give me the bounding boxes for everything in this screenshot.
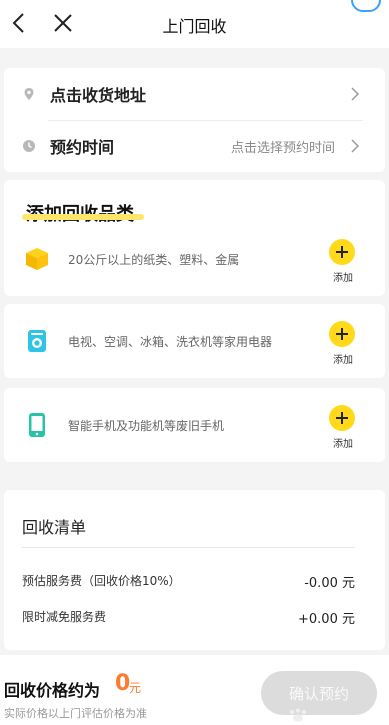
- box-icon: [26, 248, 48, 270]
- phone-icon: [29, 413, 45, 437]
- confirm-booking-button[interactable]: 确认预约: [261, 671, 377, 715]
- chevron-right-icon: [351, 87, 359, 101]
- fee-discount-label: 限时减免服务费: [22, 610, 107, 624]
- recycle-list-title: 回收清单: [22, 518, 87, 537]
- category-card-appliance[interactable]: 电视、空调、冰箱、洗衣机等家用电器 添加: [4, 304, 385, 378]
- category-section-header: 添加回收品类: [4, 180, 385, 228]
- list-divider: [22, 547, 355, 548]
- time-row[interactable]: 预约时间 点击选择预约时间: [4, 120, 385, 172]
- category-text: 20公斤以上的纸类、塑料、金属: [68, 253, 240, 267]
- chevron-left-icon[interactable]: [10, 12, 28, 34]
- category-card-paper[interactable]: 20公斤以上的纸类、塑料、金属 添加: [4, 222, 385, 296]
- add-label[interactable]: 添加: [333, 435, 353, 450]
- recycle-list-card: 回收清单 预估服务费（回收价格10%） -0.00 元 限时减免服务费 +0.0…: [4, 490, 385, 650]
- top-bar: 上门回收: [0, 0, 389, 48]
- clock-icon: [23, 140, 35, 152]
- price-note: 实际价格以上门评估价格为准: [4, 707, 147, 720]
- category-text: 电视、空调、冰箱、洗衣机等家用电器: [68, 335, 273, 349]
- add-button[interactable]: [329, 405, 355, 431]
- plus-icon: [336, 328, 348, 340]
- add-label[interactable]: 添加: [333, 269, 353, 284]
- price-unit: 元: [129, 681, 142, 695]
- title-highlight: [22, 214, 144, 220]
- time-label: 预约时间: [50, 138, 115, 157]
- category-text: 智能手机及功能机等废旧手机: [68, 419, 225, 433]
- category-card-phone[interactable]: 智能手机及功能机等废旧手机 添加: [4, 388, 385, 462]
- address-time-card: 点击收货地址 预约时间 点击选择预约时间: [4, 68, 385, 172]
- close-icon[interactable]: [52, 12, 74, 34]
- price-label: 回收价格约为: [4, 681, 101, 700]
- address-label: 点击收货地址: [50, 86, 147, 105]
- address-row[interactable]: 点击收货地址: [4, 68, 385, 120]
- fee-discount-value: +0.00 元: [298, 612, 355, 627]
- plus-icon: [336, 246, 348, 258]
- appliance-icon: [28, 330, 46, 352]
- paw-icon: [289, 708, 307, 722]
- location-pin-icon: [24, 88, 34, 100]
- bottom-bar: 回收价格约为 0 元 实际价格以上门评估价格为准 确认预约: [0, 655, 389, 725]
- plus-icon: [336, 412, 348, 424]
- add-button[interactable]: [329, 321, 355, 347]
- add-label[interactable]: 添加: [333, 351, 353, 366]
- chevron-right-icon: [351, 139, 359, 153]
- recycle-pickup-page: 上门回收 点击收货地址 预约时间 点击选择预约时间 20公斤以上的纸类、塑料、金…: [0, 0, 389, 725]
- add-button[interactable]: [329, 239, 355, 265]
- scan-icon[interactable]: [351, 0, 381, 12]
- time-hint: 点击选择预约时间: [230, 140, 335, 156]
- service-fee-label: 预估服务费（回收价格10%）: [22, 574, 181, 588]
- service-fee-value: -0.00 元: [304, 576, 355, 591]
